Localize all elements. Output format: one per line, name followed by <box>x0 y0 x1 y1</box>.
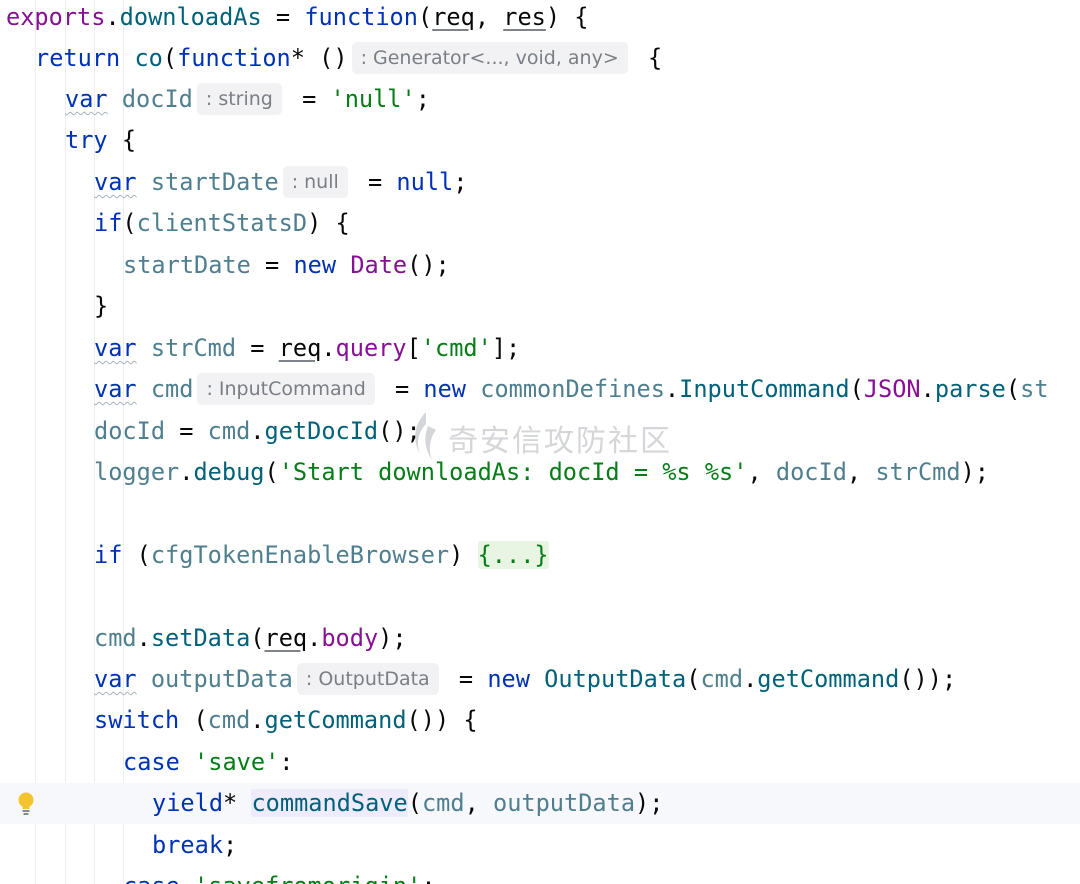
token: exports <box>6 3 106 31</box>
code-line[interactable]: case 'save': <box>0 742 1080 783</box>
type-hint: : OutputData <box>296 663 439 695</box>
code-editor[interactable]: exports.downloadAs = function(req, res) … <box>0 0 1080 884</box>
token: res <box>503 3 546 31</box>
lightbulb-icon[interactable] <box>16 791 36 817</box>
token-highlighted: commandSave <box>251 789 408 817</box>
code-line[interactable]: if(clientStatsD) { <box>0 203 1080 244</box>
code-line[interactable]: var cmd: InputCommand = new commonDefine… <box>0 369 1080 410</box>
watermark: 奇安信攻防社区 <box>406 408 672 468</box>
code-line[interactable]: cmd.setData(req.body); <box>0 618 1080 659</box>
watermark-logo-icon <box>415 412 436 460</box>
type-hint: : Generator<..., void, any> <box>351 42 628 74</box>
folded-code-region[interactable]: {...} <box>477 541 549 569</box>
code-line[interactable]: break; <box>0 825 1080 866</box>
watermark-text: 奇安信攻防社区 <box>448 424 672 459</box>
code-line-current[interactable]: yield* commandSave(cmd, outputData); <box>0 783 1080 824</box>
code-line[interactable]: case 'savefromorigin': <box>0 866 1080 884</box>
code-line[interactable]: switch (cmd.getCommand()) { <box>0 700 1080 741</box>
code-line[interactable]: var outputData: OutputData = new OutputD… <box>0 659 1080 700</box>
type-hint: : null <box>282 166 348 198</box>
code-line[interactable]: exports.downloadAs = function(req, res) … <box>0 0 1080 38</box>
code-line[interactable]: var strCmd = req.query['cmd']; <box>0 328 1080 369</box>
lightbulb-icon-graphic <box>18 792 34 815</box>
code-line[interactable]: var startDate: null = null; <box>0 162 1080 203</box>
type-hint: : string <box>196 83 282 115</box>
token: downloadAs <box>119 3 262 31</box>
code-line[interactable]: } <box>0 286 1080 327</box>
code-line[interactable]: var docId: string = 'null'; <box>0 79 1080 120</box>
token: req <box>432 3 475 31</box>
code-line[interactable]: startDate = new Date(); <box>0 245 1080 286</box>
code-line[interactable]: if (cfgTokenEnableBrowser) {...} <box>0 535 1080 576</box>
type-hint: : InputCommand <box>197 373 375 405</box>
code-line[interactable]: return co(function* (): Generator<..., v… <box>0 38 1080 79</box>
code-line[interactable]: try { <box>0 120 1080 161</box>
